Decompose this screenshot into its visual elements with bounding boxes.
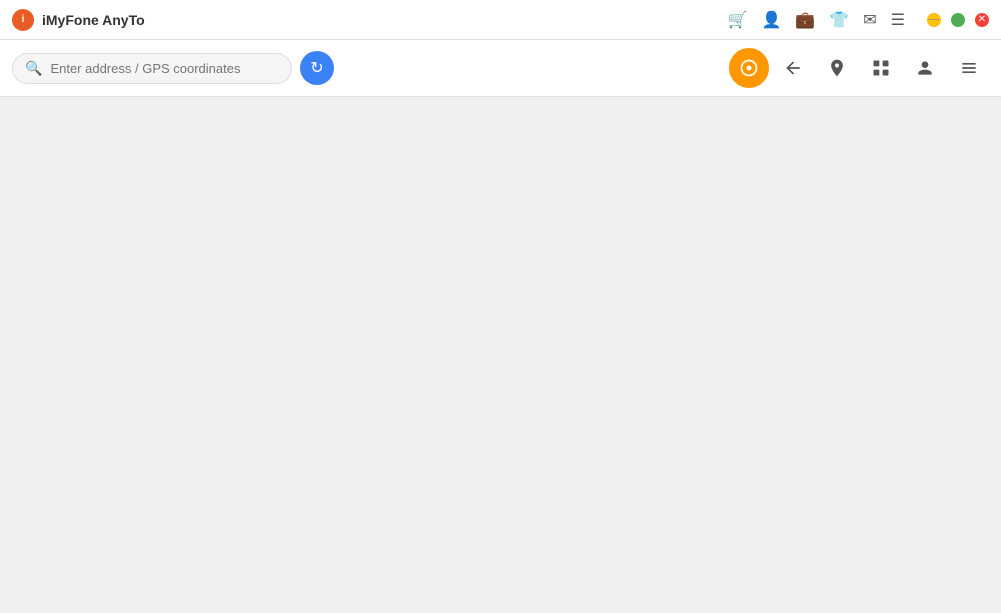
menu-icon[interactable]: ☰: [891, 10, 905, 30]
shirt-icon[interactable]: 👕: [829, 10, 849, 30]
search-icon: 🔍: [25, 60, 42, 77]
refresh-button[interactable]: ↻: [300, 51, 334, 85]
user-icon[interactable]: 👤: [761, 10, 781, 30]
maximize-button[interactable]: □: [951, 13, 965, 27]
device-mode-button[interactable]: [905, 48, 945, 88]
titlebar-left: i iMyFone AnyTo: [12, 9, 145, 31]
app-logo: i: [12, 9, 34, 31]
search-box: 🔍: [12, 53, 292, 84]
search-input[interactable]: [50, 61, 279, 76]
toolbar: 🔍 ↻: [0, 40, 1001, 97]
multi-stop-button[interactable]: [773, 48, 813, 88]
joystick-mode-button[interactable]: [861, 48, 901, 88]
nav-icons: [729, 48, 989, 88]
cart-icon[interactable]: 🛒: [728, 10, 748, 30]
minimize-button[interactable]: —: [927, 13, 941, 27]
briefcase-icon[interactable]: 💼: [795, 10, 815, 30]
mail-icon[interactable]: ✉: [863, 10, 876, 30]
app-title: iMyFone AnyTo: [42, 12, 145, 28]
titlebar: i iMyFone AnyTo 🛒 👤 💼 👕 ✉ ☰ — □ ✕: [0, 0, 1001, 40]
window-controls: — □ ✕: [927, 13, 989, 27]
info-mode-button[interactable]: [949, 48, 989, 88]
titlebar-icons: 🛒 👤 💼 👕 ✉ ☰ — □ ✕: [728, 10, 989, 30]
teleport-mode-button[interactable]: [729, 48, 769, 88]
close-button[interactable]: ✕: [975, 13, 989, 27]
route-mode-button[interactable]: [817, 48, 857, 88]
